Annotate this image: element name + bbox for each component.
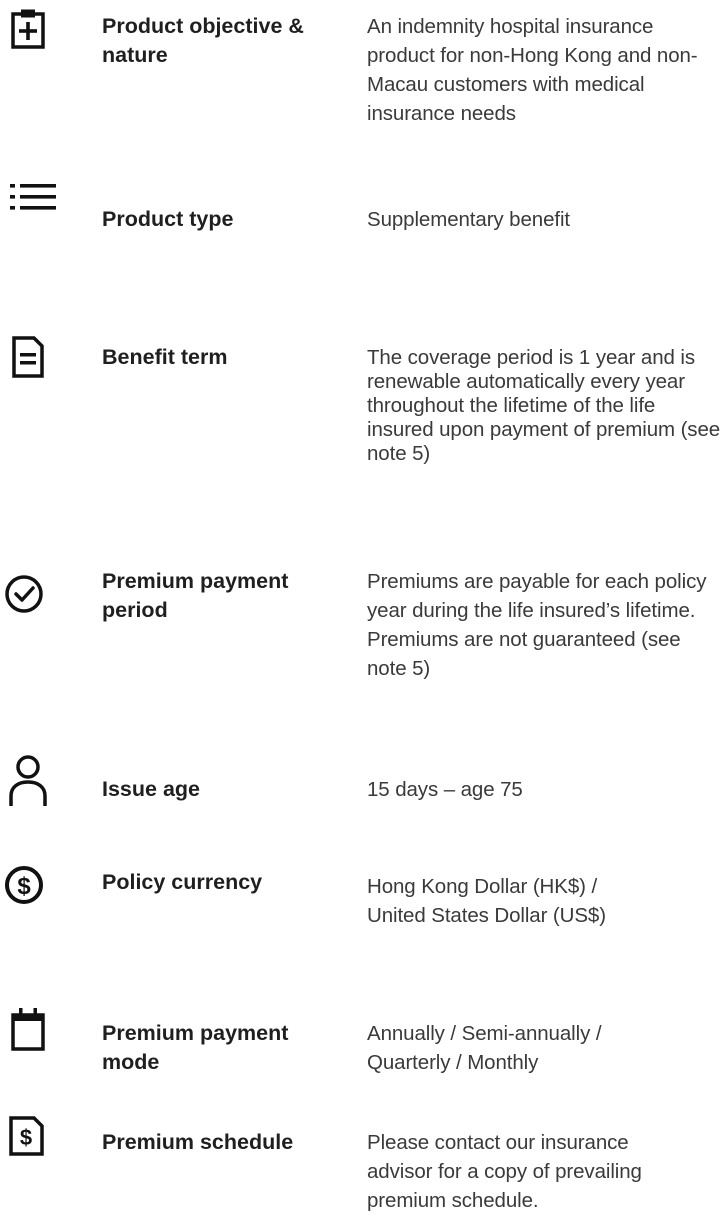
row-value: Hong Kong Dollar (HK$) / United States D… (367, 875, 606, 927)
svg-text:$: $ (17, 873, 31, 900)
check-circle-icon (4, 570, 60, 630)
row-label: Premium schedule (102, 1130, 294, 1154)
dollar-document-icon: $ (4, 1110, 60, 1170)
row-label: Issue age (102, 777, 200, 801)
medical-clipboard-icon (4, 6, 60, 66)
row-value: 15 days – age 75 (367, 778, 523, 801)
row-value: The coverage period is 1 year and is ren… (367, 346, 721, 465)
row-label: Benefit term (102, 345, 228, 369)
calendar-icon (4, 1001, 60, 1061)
row-label: Product objective & nature (102, 14, 304, 67)
row-label: Premium payment period (102, 569, 289, 622)
row-value: Supplementary benefit (367, 208, 571, 231)
row-label: Policy currency (102, 870, 263, 894)
row-value: Please contact our insurance advisor for… (367, 1131, 642, 1212)
dollar-circle-icon: $ (4, 865, 60, 925)
row-label: Premium payment mode (102, 1021, 289, 1074)
row-value: Annually / Semi-annually / Quarterly / M… (367, 1022, 602, 1074)
person-icon (4, 752, 60, 812)
row-value: An indemnity hospital insurance product … (367, 15, 698, 125)
row-value: Premiums are payable for each policy yea… (367, 570, 707, 680)
document-icon (4, 330, 60, 390)
list-icon (4, 177, 60, 237)
svg-text:$: $ (20, 1125, 32, 1150)
row-label: Product type (102, 207, 234, 231)
